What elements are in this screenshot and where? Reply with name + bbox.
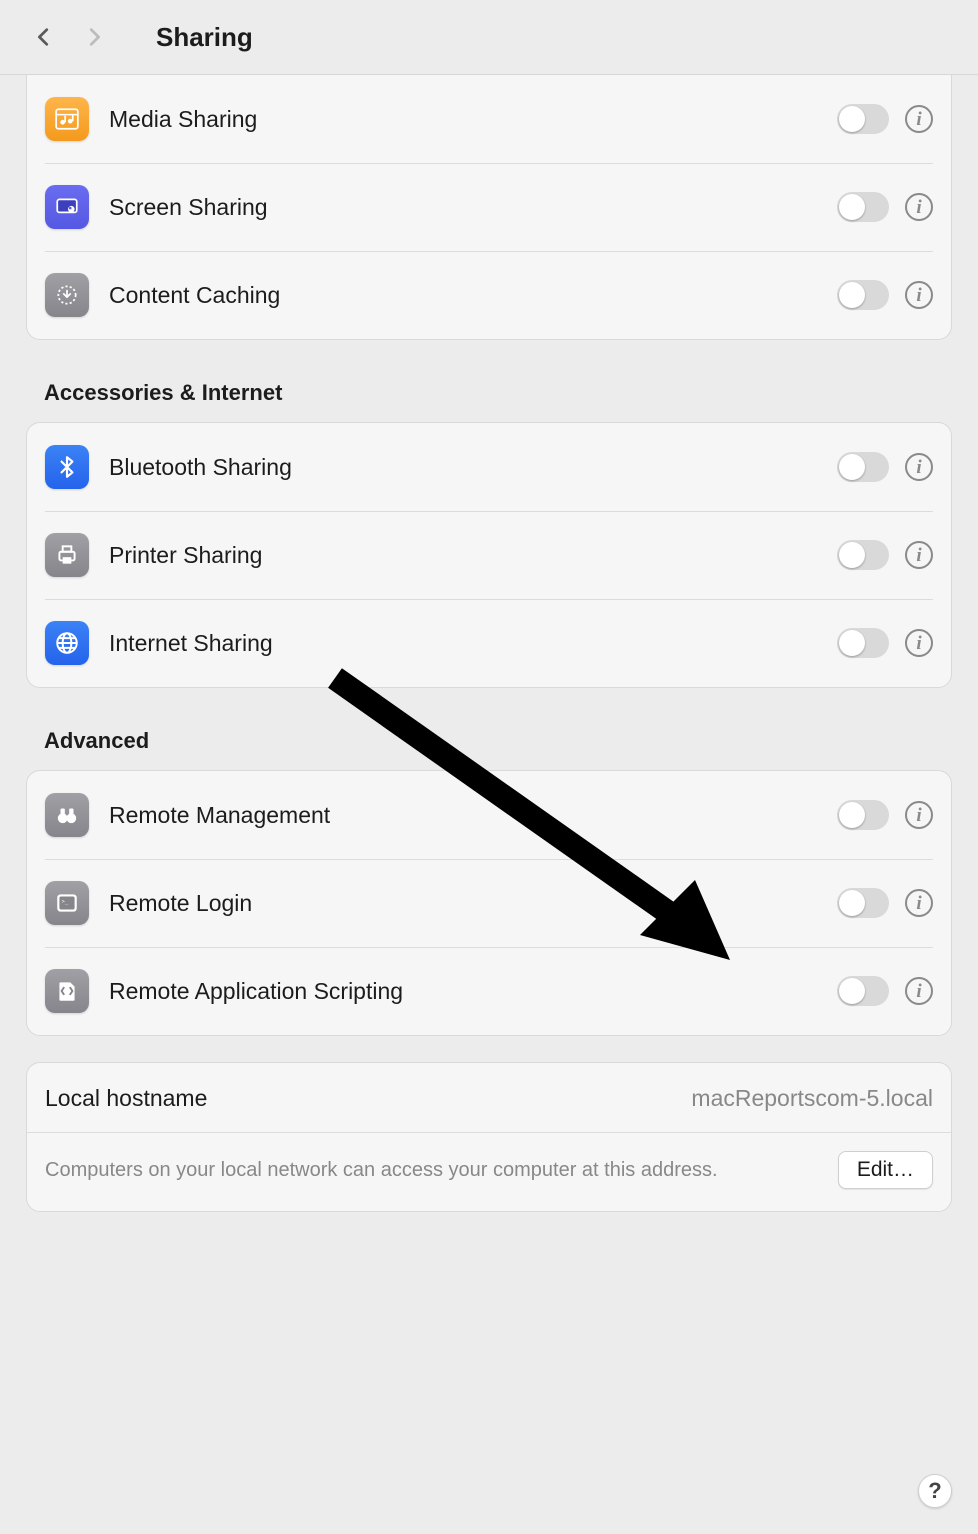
screen-sharing-icon bbox=[45, 185, 89, 229]
info-button-printer-sharing[interactable]: i bbox=[905, 541, 933, 569]
printer-icon bbox=[45, 533, 89, 577]
toggle-media-sharing[interactable] bbox=[837, 104, 889, 134]
sharing-group-advanced: Remote Management i >_ Remote Login i Re… bbox=[26, 770, 952, 1036]
row-label: Remote Login bbox=[109, 890, 837, 917]
section-heading-advanced: Advanced bbox=[44, 728, 952, 754]
row-label: Content Caching bbox=[109, 282, 837, 309]
toggle-remote-login[interactable] bbox=[837, 888, 889, 918]
row-content-caching[interactable]: Content Caching i bbox=[27, 251, 951, 339]
local-hostname-card: Local hostname macReportscom-5.local Com… bbox=[26, 1062, 952, 1212]
svg-text:>_: >_ bbox=[62, 899, 69, 905]
sharing-group-accessories: Bluetooth Sharing i Printer Sharing i In… bbox=[26, 422, 952, 688]
row-remote-management[interactable]: Remote Management i bbox=[27, 771, 951, 859]
local-hostname-label: Local hostname bbox=[45, 1085, 691, 1112]
forward-button[interactable] bbox=[74, 17, 114, 57]
info-button-internet-sharing[interactable]: i bbox=[905, 629, 933, 657]
row-label: Media Sharing bbox=[109, 106, 837, 133]
row-bluetooth-sharing[interactable]: Bluetooth Sharing i bbox=[27, 423, 951, 511]
info-button-media-sharing[interactable]: i bbox=[905, 105, 933, 133]
bluetooth-icon bbox=[45, 445, 89, 489]
row-remote-app-scripting[interactable]: Remote Application Scripting i bbox=[27, 947, 951, 1035]
row-label: Printer Sharing bbox=[109, 542, 837, 569]
toggle-remote-app-scripting[interactable] bbox=[837, 976, 889, 1006]
info-button-screen-sharing[interactable]: i bbox=[905, 193, 933, 221]
row-screen-sharing[interactable]: Screen Sharing i bbox=[27, 163, 951, 251]
toggle-printer-sharing[interactable] bbox=[837, 540, 889, 570]
section-heading-accessories: Accessories & Internet bbox=[44, 380, 952, 406]
local-hostname-value: macReportscom-5.local bbox=[691, 1085, 933, 1112]
content-caching-icon bbox=[45, 273, 89, 317]
binoculars-icon bbox=[45, 793, 89, 837]
media-sharing-icon bbox=[45, 97, 89, 141]
toggle-bluetooth-sharing[interactable] bbox=[837, 452, 889, 482]
row-remote-login[interactable]: >_ Remote Login i bbox=[27, 859, 951, 947]
row-label: Remote Application Scripting bbox=[109, 978, 837, 1005]
globe-icon bbox=[45, 621, 89, 665]
help-button[interactable]: ? bbox=[918, 1474, 952, 1508]
page-title: Sharing bbox=[156, 22, 253, 53]
info-button-remote-management[interactable]: i bbox=[905, 801, 933, 829]
script-icon bbox=[45, 969, 89, 1013]
toggle-internet-sharing[interactable] bbox=[837, 628, 889, 658]
header-bar: Sharing bbox=[0, 0, 978, 75]
row-label: Screen Sharing bbox=[109, 194, 837, 221]
local-hostname-description: Computers on your local network can acce… bbox=[45, 1156, 818, 1185]
row-printer-sharing[interactable]: Printer Sharing i bbox=[27, 511, 951, 599]
terminal-icon: >_ bbox=[45, 881, 89, 925]
row-label: Internet Sharing bbox=[109, 630, 837, 657]
info-button-bluetooth-sharing[interactable]: i bbox=[905, 453, 933, 481]
toggle-remote-management[interactable] bbox=[837, 800, 889, 830]
toggle-content-caching[interactable] bbox=[837, 280, 889, 310]
back-button[interactable] bbox=[24, 17, 64, 57]
edit-hostname-button[interactable]: Edit… bbox=[838, 1151, 933, 1189]
info-button-remote-app-scripting[interactable]: i bbox=[905, 977, 933, 1005]
info-button-content-caching[interactable]: i bbox=[905, 281, 933, 309]
row-media-sharing[interactable]: Media Sharing i bbox=[27, 75, 951, 163]
info-button-remote-login[interactable]: i bbox=[905, 889, 933, 917]
toggle-screen-sharing[interactable] bbox=[837, 192, 889, 222]
row-label: Bluetooth Sharing bbox=[109, 454, 837, 481]
row-label: Remote Management bbox=[109, 802, 837, 829]
sharing-group-top: Media Sharing i Screen Sharing i Content… bbox=[26, 75, 952, 340]
row-internet-sharing[interactable]: Internet Sharing i bbox=[27, 599, 951, 687]
